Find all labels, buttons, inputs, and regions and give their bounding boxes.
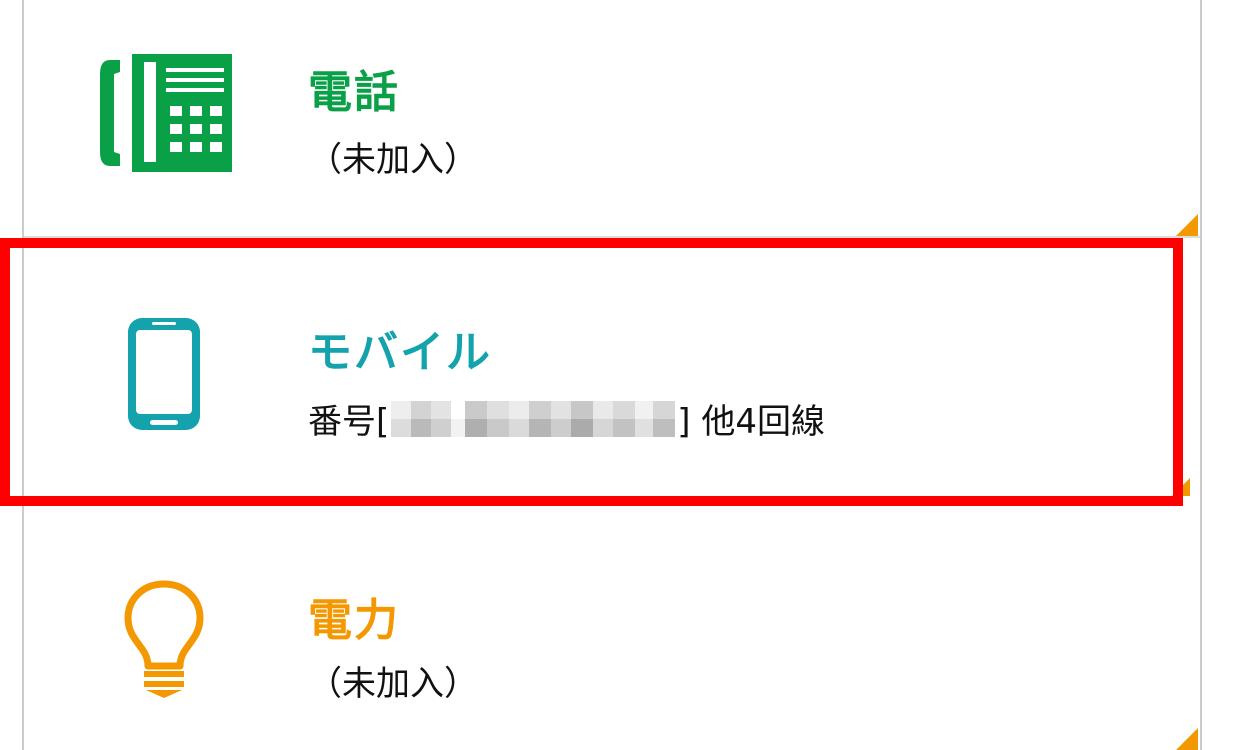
- lightbulb-icon: [120, 578, 208, 698]
- service-item-mobile[interactable]: モバイル 番号[ ] 他4回線: [24, 238, 1200, 506]
- telephone-icon: [96, 54, 236, 172]
- service-item-phone[interactable]: 電話 （未加入）: [24, 0, 1200, 238]
- number-suffix: ] 他4回線: [677, 402, 825, 442]
- service-status-phone: （未加入）: [308, 140, 478, 180]
- service-list: 電話 （未加入） モバイル 番号[ ] 他4回線 電力 （未加入）: [22, 0, 1202, 750]
- number-prefix: 番号[: [308, 402, 390, 442]
- corner-arrow-icon: [1176, 214, 1198, 236]
- corner-arrow-icon: [1172, 478, 1190, 496]
- service-status-power: （未加入）: [308, 664, 478, 704]
- redacted-phone-number: [391, 400, 676, 437]
- service-title-mobile: モバイル: [308, 327, 492, 378]
- corner-arrow-icon: [1176, 728, 1198, 750]
- smartphone-icon: [124, 316, 204, 432]
- service-title-power: 電力: [308, 595, 400, 646]
- service-title-phone: 電話: [308, 67, 400, 118]
- mobile-line-summary: 番号[ ] 他4回線: [308, 394, 825, 443]
- service-item-power[interactable]: 電力 （未加入）: [24, 506, 1200, 750]
